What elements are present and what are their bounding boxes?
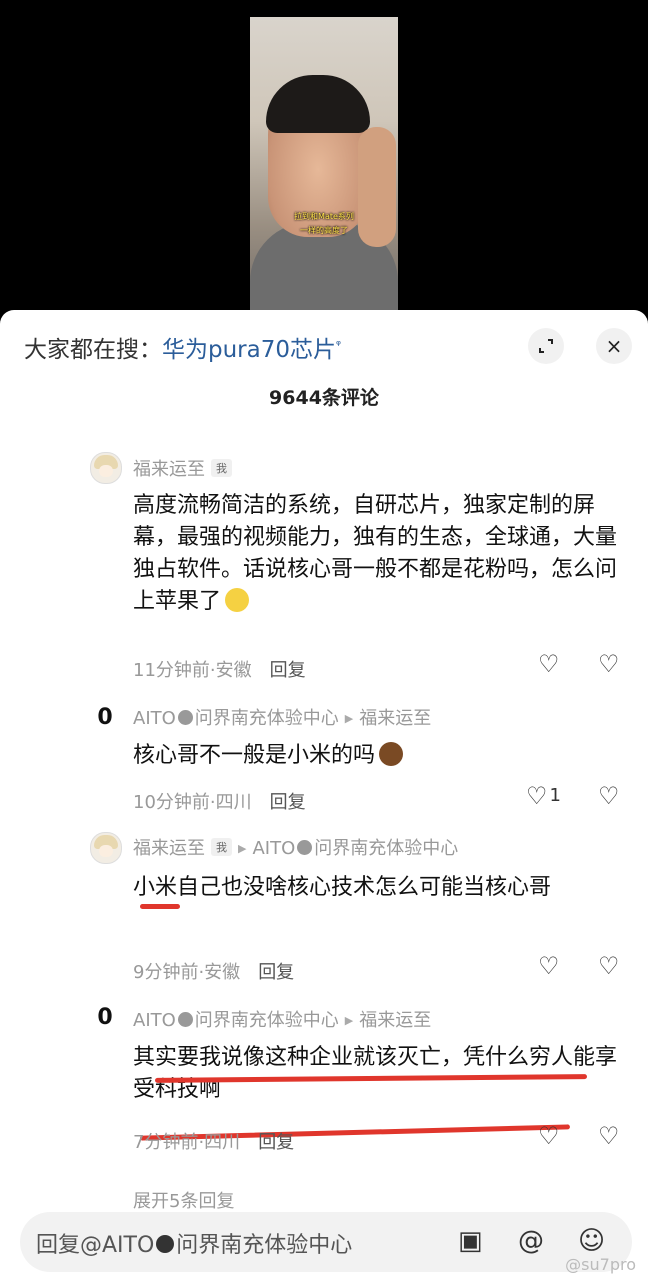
reply-to-user[interactable]: 福来运至 <box>359 708 431 729</box>
dislike-icon[interactable]: ♡ <box>598 650 620 678</box>
search-suggestion[interactable]: 大家都在搜：华为pura70芯片ᵠ <box>24 330 341 364</box>
dot-icon <box>297 840 313 855</box>
comment-user-line: AITO 问界南充体验中心 ▶ 福来运至 <box>133 1006 431 1032</box>
expand-replies-link[interactable]: 展开5条回复 <box>133 1187 234 1213</box>
avatar-aito-logo[interactable]: 0 <box>90 1002 120 1032</box>
comment-footer: 7分钟前·四川 回复 <box>133 1128 294 1154</box>
comment-user-line: AITO 问界南充体验中心 ▶ 福来运至 <box>133 704 431 730</box>
reply-arrow-icon: ▶ <box>344 1014 354 1027</box>
comment-user-line: 福来运至我 ▶ AITO 问界南充体验中心 <box>133 834 458 860</box>
image-icon[interactable]: ▣ <box>458 1226 483 1256</box>
reply-button[interactable]: 回复 <box>258 962 294 983</box>
search-prefix: 大家都在搜： <box>24 337 162 363</box>
username[interactable]: 福来运至 <box>133 838 205 859</box>
comment-sheet: 大家都在搜：华为pura70芯片ᵠ × 9644条评论 福来运至我 高度流畅简洁… <box>0 310 648 1280</box>
comment-time-location: 7分钟前·四川 <box>133 1132 241 1153</box>
dislike-icon[interactable]: ♡ <box>598 1122 620 1150</box>
like-count: 1 <box>549 785 561 806</box>
comment-user-line: 福来运至我 <box>133 455 232 481</box>
close-icon: × <box>605 334 623 358</box>
avatar-anime[interactable] <box>90 832 122 864</box>
search-keyword[interactable]: 华为pura70芯片 <box>162 337 336 363</box>
reply-arrow-icon: ▶ <box>344 712 354 725</box>
video-subtitle-line1: 拉到和Mate系列 <box>294 212 354 221</box>
laugh-cry-emoji-icon <box>225 588 250 612</box>
me-badge: 我 <box>211 459 232 477</box>
reply-button[interactable]: 回复 <box>270 792 306 813</box>
reply-to-user[interactable]: 福来运至 <box>359 1010 431 1031</box>
username[interactable]: AITO 问界南充体验中心 <box>133 708 339 729</box>
me-badge: 我 <box>211 838 232 856</box>
reply-button[interactable]: 回复 <box>258 1132 294 1153</box>
reply-button[interactable]: 回复 <box>270 660 306 681</box>
like-icon[interactable]: ♡ <box>538 1122 560 1150</box>
comment-footer: 9分钟前·安徽 回复 <box>133 958 294 984</box>
username[interactable]: 福来运至 <box>133 459 205 480</box>
dot-icon <box>177 1012 193 1027</box>
expand-icon <box>539 339 553 353</box>
like-icon[interactable]: ♡ <box>538 650 560 678</box>
comment-footer: 10分钟前·四川 回复 <box>133 788 306 814</box>
dot-icon <box>177 710 193 725</box>
comment-count: 9644条评论 <box>269 387 379 409</box>
comment-text[interactable]: 高度流畅简洁的系统，自研芯片，独家定制的屏幕，最强的视频能力，独有的生态，全球通… <box>133 490 623 618</box>
reply-input-placeholder: 回复@AITO 问界南充体验中心 <box>36 1233 353 1258</box>
video-person-hair <box>266 75 370 133</box>
comment-time-location: 9分钟前·安徽 <box>133 962 241 983</box>
like-button[interactable]: ♡ 1 <box>526 782 561 810</box>
at-mention-icon[interactable]: @ <box>518 1226 544 1256</box>
comment-time-location: 10分钟前·四川 <box>133 792 252 813</box>
red-underline-annotation <box>140 904 180 909</box>
like-icon[interactable]: ♡ <box>538 952 560 980</box>
reply-input[interactable]: 回复@AITO 问界南充体验中心 ▣ @ ☺ <box>20 1212 632 1272</box>
watermark: @su7pro <box>565 1255 636 1274</box>
video-subtitle-line2: 一样的高度了 <box>300 226 348 235</box>
comment-text[interactable]: 核心哥不一般是小米的吗 <box>133 740 623 772</box>
dislike-icon[interactable]: ♡ <box>598 952 620 980</box>
dot-icon <box>156 1235 175 1253</box>
username[interactable]: AITO 问界南充体验中心 <box>133 1010 339 1031</box>
reply-to-user[interactable]: AITO 问界南充体验中心 <box>252 838 458 859</box>
comment-text[interactable]: 小米自己也没啥核心技术怎么可能当核心哥 <box>133 872 623 904</box>
expand-button[interactable] <box>528 328 564 364</box>
dislike-icon[interactable]: ♡ <box>598 782 620 810</box>
poop-emoji-icon <box>379 742 404 766</box>
comment-footer: 11分钟前·安徽 回复 <box>133 656 306 682</box>
emoji-icon[interactable]: ☺ <box>578 1226 605 1256</box>
search-icon: ᵠ <box>336 337 341 352</box>
avatar-aito-logo[interactable]: 0 <box>90 702 120 732</box>
reply-arrow-icon: ▶ <box>238 842 247 855</box>
like-icon: ♡ <box>526 782 548 810</box>
video-preview[interactable]: 拉到和Mate系列 一样的高度了 <box>250 17 398 315</box>
avatar-anime[interactable] <box>90 452 122 484</box>
comment-time-location: 11分钟前·安徽 <box>133 660 252 681</box>
close-button[interactable]: × <box>596 328 632 364</box>
